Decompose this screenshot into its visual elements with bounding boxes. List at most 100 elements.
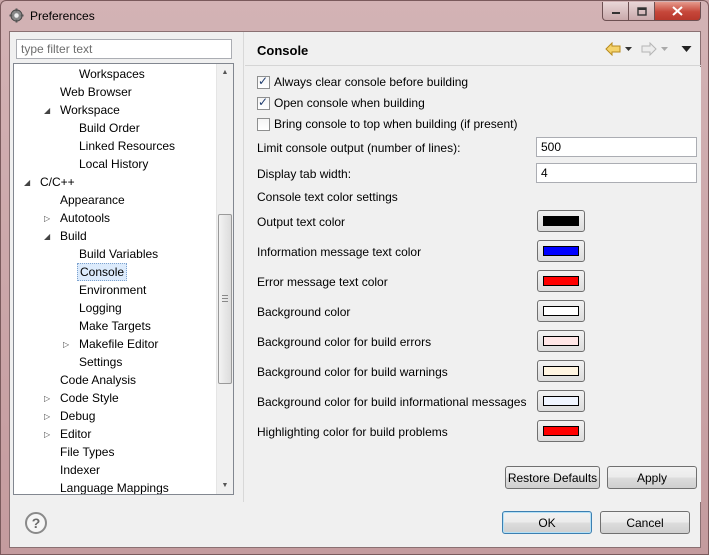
- bring-to-top-checkbox[interactable]: [257, 117, 270, 131]
- tree-item[interactable]: Autotools: [58, 209, 112, 227]
- tree-item[interactable]: Local History: [77, 155, 150, 173]
- error-message-color-label: Error message text color: [257, 275, 388, 289]
- expanded-triangle-icon[interactable]: ◢: [44, 106, 53, 115]
- info-message-color-button[interactable]: [537, 240, 585, 262]
- collapsed-triangle-icon[interactable]: ▷: [44, 394, 53, 403]
- forward-arrow-icon[interactable]: [641, 42, 657, 56]
- close-icon: [672, 6, 683, 16]
- minimize-button[interactable]: [602, 2, 629, 21]
- color-swatch: [543, 426, 579, 436]
- expanded-triangle-icon[interactable]: ◢: [24, 178, 33, 187]
- restore-defaults-button[interactable]: Restore Defaults: [505, 466, 600, 489]
- scroll-thumb[interactable]: [218, 214, 232, 384]
- always-clear-checkbox-row[interactable]: Always clear console before building: [257, 74, 468, 90]
- limit-output-label: Limit console output (number of lines):: [257, 141, 461, 155]
- back-dropdown-icon[interactable]: [624, 42, 633, 56]
- tree-items: Workspaces Web Browser ◢ Workspace Build Ord…: [14, 64, 217, 494]
- view-menu-icon[interactable]: [681, 42, 692, 56]
- preferences-gear-icon: [9, 8, 24, 23]
- color-swatch: [543, 366, 579, 376]
- collapsed-triangle-icon[interactable]: ▷: [63, 340, 72, 349]
- tree-item[interactable]: Make Targets: [77, 317, 153, 335]
- highlight-problems-color-button[interactable]: [537, 420, 585, 442]
- collapsed-triangle-icon[interactable]: ▷: [44, 214, 53, 223]
- open-console-checkbox[interactable]: [257, 95, 270, 110]
- close-button[interactable]: [655, 2, 701, 21]
- scroll-down-arrow-icon[interactable]: ▼: [217, 477, 233, 494]
- tree-item[interactable]: Debug: [58, 407, 97, 425]
- title-bar[interactable]: Preferences: [1, 1, 708, 31]
- output-text-color-label: Output text color: [257, 215, 346, 229]
- color-swatch: [543, 336, 579, 346]
- build-warnings-bg-color-button[interactable]: [537, 360, 585, 382]
- tree-item[interactable]: Workspaces: [77, 65, 147, 83]
- expanded-triangle-icon[interactable]: ◢: [44, 232, 53, 241]
- page-title: Console: [257, 43, 309, 58]
- tree-item[interactable]: File Types: [58, 443, 116, 461]
- tree-item[interactable]: Linked Resources: [77, 137, 177, 155]
- limit-output-field[interactable]: [536, 137, 697, 157]
- tree-item[interactable]: Settings: [77, 353, 124, 371]
- tree-scrollbar[interactable]: ▲ ▼: [216, 64, 233, 494]
- tree-item[interactable]: Editor: [58, 425, 93, 443]
- preferences-window: Preferences WorkspacesWeb Browser◢Worksp…: [0, 0, 709, 555]
- tree-item[interactable]: Console: [77, 263, 128, 281]
- build-errors-bg-color-label: Background color for build errors: [257, 335, 432, 349]
- tree-item[interactable]: Appearance: [58, 191, 127, 209]
- collapsed-triangle-icon[interactable]: ▷: [44, 430, 53, 439]
- minimize-icon: [611, 12, 620, 14]
- tree-item[interactable]: Language Mappings: [58, 479, 171, 494]
- dialog-button-bar: ? OK Cancel: [10, 502, 700, 547]
- always-clear-label: Always clear console before building: [274, 75, 469, 89]
- color-swatch: [543, 276, 579, 286]
- tree-item[interactable]: Build: [58, 227, 89, 245]
- tree-item[interactable]: Build Order: [77, 119, 142, 137]
- tab-width-field[interactable]: [536, 163, 697, 183]
- collapsed-triangle-icon[interactable]: ▷: [44, 412, 53, 421]
- tree-item[interactable]: Web Browser: [58, 83, 134, 101]
- grip-icon: [222, 295, 228, 302]
- pane-splitter[interactable]: [240, 32, 244, 502]
- tree-item[interactable]: Makefile Editor: [77, 335, 160, 353]
- tree-item[interactable]: Build Variables: [77, 245, 160, 263]
- maximize-button[interactable]: [629, 2, 655, 21]
- ok-button[interactable]: OK: [502, 511, 592, 534]
- tree-item[interactable]: C/C++: [38, 173, 77, 191]
- forward-dropdown-icon[interactable]: [660, 42, 669, 56]
- build-info-bg-color-label: Background color for build informational…: [257, 395, 527, 409]
- tree-item[interactable]: Code Analysis: [58, 371, 138, 389]
- scroll-up-arrow-icon[interactable]: ▲: [217, 64, 233, 81]
- tree-item[interactable]: Workspace: [58, 101, 122, 119]
- tree-item[interactable]: Code Style: [58, 389, 121, 407]
- tree-item[interactable]: Environment: [77, 281, 148, 299]
- filter-input[interactable]: [16, 39, 232, 59]
- tree-item[interactable]: Indexer: [58, 461, 102, 479]
- preference-tree[interactable]: Workspaces Web Browser ◢ Workspace Build Ord…: [13, 63, 234, 495]
- build-warnings-bg-color-label: Background color for build warnings: [257, 365, 448, 379]
- highlight-problems-color-label: Highlighting color for build problems: [257, 425, 448, 439]
- tab-width-label: Display tab width:: [257, 167, 352, 181]
- color-swatch: [543, 306, 579, 316]
- page-header: Console: [245, 32, 701, 66]
- always-clear-checkbox[interactable]: [257, 74, 270, 89]
- build-errors-bg-color-button[interactable]: [537, 330, 585, 352]
- tree-item[interactable]: Logging: [77, 299, 124, 317]
- preference-page: Console Always clear console before buil…: [245, 32, 701, 502]
- background-color-button[interactable]: [537, 300, 585, 322]
- background-color-label: Background color: [257, 305, 351, 319]
- open-console-checkbox-row[interactable]: Open console when building: [257, 95, 425, 111]
- open-console-label: Open console when building: [274, 96, 425, 110]
- back-arrow-icon[interactable]: [605, 42, 621, 56]
- error-message-color-button[interactable]: [537, 270, 585, 292]
- output-text-color-button[interactable]: [537, 210, 585, 232]
- help-icon[interactable]: ?: [25, 512, 47, 534]
- maximize-icon: [636, 6, 647, 16]
- dialog-body: WorkspacesWeb Browser ◢ WorkspaceBuild Ord…: [9, 31, 701, 548]
- build-info-bg-color-button[interactable]: [537, 390, 585, 412]
- info-message-color-label: Information message text color: [257, 245, 422, 259]
- apply-button[interactable]: Apply: [607, 466, 697, 489]
- console-settings: Always clear console before building Ope…: [245, 67, 701, 502]
- cancel-button[interactable]: Cancel: [600, 511, 690, 534]
- window-title: Preferences: [30, 9, 95, 23]
- bring-to-top-checkbox-row[interactable]: Bring console to top when building (if p…: [257, 116, 517, 132]
